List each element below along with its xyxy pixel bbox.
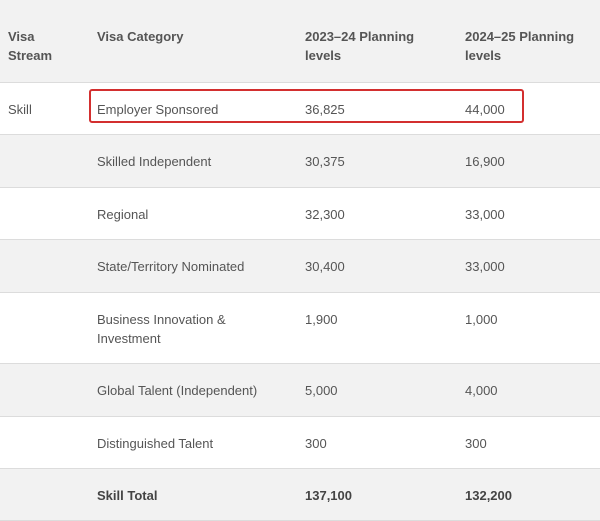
- cell-category: Employer Sponsored: [88, 82, 296, 135]
- cell-category: Skilled Independent: [88, 134, 296, 188]
- table-row: State/Territory Nominated 30,400 33,000: [0, 239, 600, 293]
- cell-2024-25: 33,000: [456, 239, 600, 293]
- cell-stream: [0, 416, 88, 469]
- cell-2023-24: 1,900: [296, 292, 456, 364]
- cell-2023-24: 30,375: [296, 134, 456, 188]
- table-row: Regional 32,300 33,000: [0, 187, 600, 240]
- cell-stream: Skill: [0, 82, 88, 135]
- cell-2024-25-total: 132,200: [456, 468, 600, 521]
- header-2024-25-planning-levels: 2024–25 Planning levels: [456, 0, 600, 83]
- cell-stream: [0, 363, 88, 417]
- cell-category: Global Talent (Independent): [88, 363, 296, 417]
- cell-2023-24: 5,000: [296, 363, 456, 417]
- cell-category: Distinguished Talent: [88, 416, 296, 469]
- planning-levels-table: Visa Stream Visa Category 2023–24 Planni…: [0, 0, 600, 521]
- table-row: Skill Employer Sponsored 36,825 44,000: [0, 82, 600, 135]
- cell-stream: [0, 187, 88, 240]
- cell-stream: [0, 292, 88, 364]
- cell-category: Regional: [88, 187, 296, 240]
- cell-stream: [0, 134, 88, 188]
- cell-2023-24: 36,825: [296, 82, 456, 135]
- header-2023-24-planning-levels: 2023–24 Planning levels: [296, 0, 456, 83]
- cell-2024-25: 33,000: [456, 187, 600, 240]
- table-row: Business Innovation & Investment 1,900 1…: [0, 292, 600, 364]
- cell-2023-24-total: 137,100: [296, 468, 456, 521]
- table-row: Skilled Independent 30,375 16,900: [0, 134, 600, 188]
- cell-2024-25: 4,000: [456, 363, 600, 417]
- cell-2023-24: 300: [296, 416, 456, 469]
- cell-2024-25: 44,000: [456, 82, 600, 135]
- table-total-row: Skill Total 137,100 132,200: [0, 468, 600, 521]
- cell-stream: [0, 239, 88, 293]
- table-row: Global Talent (Independent) 5,000 4,000: [0, 363, 600, 417]
- table-row: Distinguished Talent 300 300: [0, 416, 600, 469]
- cell-category: Business Innovation & Investment: [88, 292, 296, 364]
- cell-2024-25: 16,900: [456, 134, 600, 188]
- header-visa-category: Visa Category: [88, 0, 296, 83]
- cell-2023-24: 30,400: [296, 239, 456, 293]
- cell-category: State/Territory Nominated: [88, 239, 296, 293]
- table-header-row: Visa Stream Visa Category 2023–24 Planni…: [0, 0, 600, 83]
- header-visa-stream: Visa Stream: [0, 0, 88, 83]
- cell-stream: [0, 468, 88, 521]
- cell-2024-25: 1,000: [456, 292, 600, 364]
- cell-2023-24: 32,300: [296, 187, 456, 240]
- cell-2024-25: 300: [456, 416, 600, 469]
- cell-category-total: Skill Total: [88, 468, 296, 521]
